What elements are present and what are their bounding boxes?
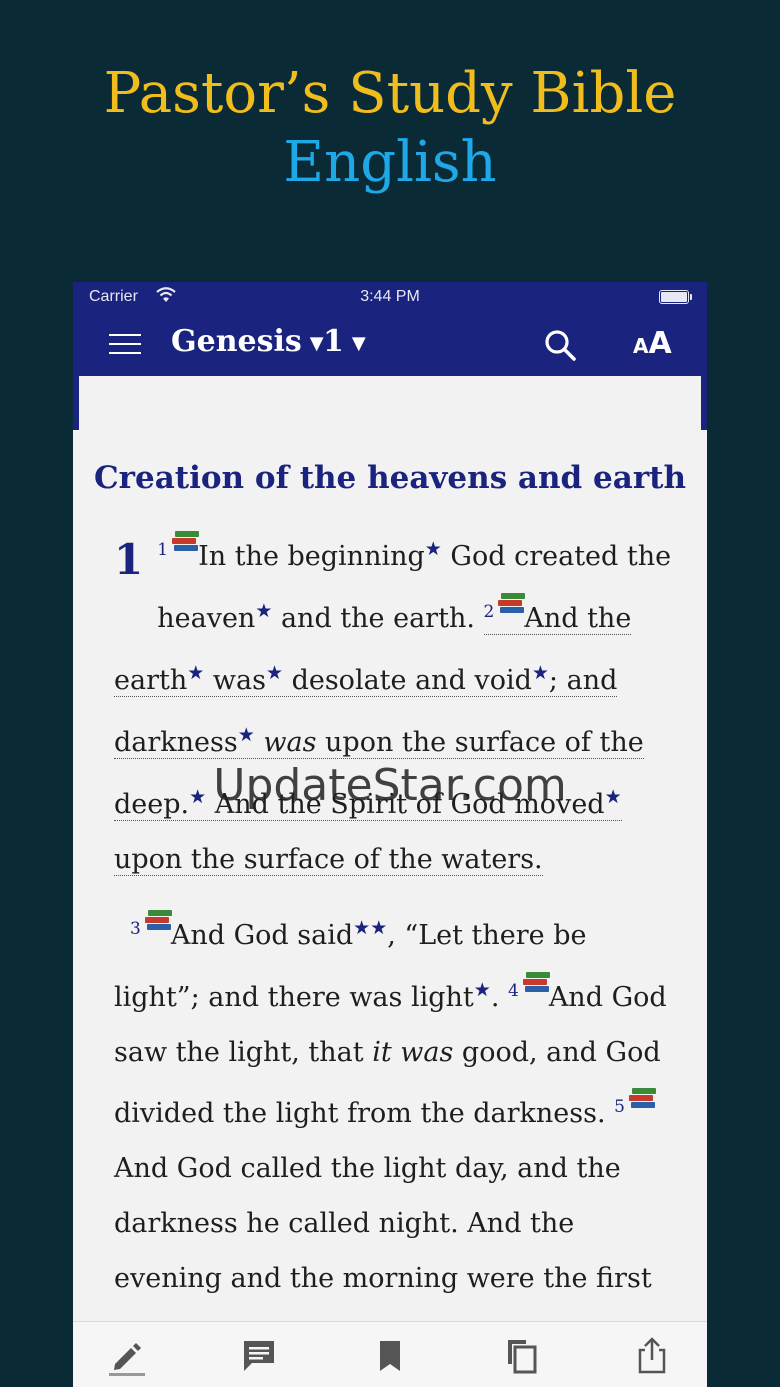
promo-subtitle: English [283, 130, 497, 195]
battery-icon [659, 290, 692, 304]
copy-icon[interactable] [501, 1336, 541, 1376]
double-star-icon[interactable]: ★★ [353, 917, 387, 939]
verse-text: And God said [170, 920, 354, 951]
search-icon[interactable] [543, 328, 577, 362]
verse-number[interactable]: 1 [157, 540, 168, 560]
share-icon[interactable] [632, 1336, 672, 1376]
scripture-text: 1 1 In the beginning★ God created the hea… [114, 522, 674, 1368]
clock: 3:44 PM [360, 288, 420, 305]
chapter-number: 1 [114, 535, 144, 584]
star-icon[interactable]: ★ [474, 979, 491, 1001]
books-icon[interactable] [144, 910, 172, 934]
menu-button[interactable] [109, 332, 141, 356]
menu-icon-line [109, 352, 141, 354]
menu-icon-line [109, 343, 141, 345]
book-selector[interactable]: Genesis ▼ [171, 324, 324, 359]
verse-number[interactable]: 4 [508, 981, 519, 1001]
star-icon[interactable]: ★ [532, 662, 549, 684]
pencil-icon[interactable] [107, 1336, 147, 1376]
books-icon[interactable] [522, 972, 550, 996]
paragraph: 3 And God said★★, “Let there be light”; a… [114, 901, 674, 1368]
highlighted-verse[interactable]: 2 And the earth★ was★ desolate and void★;… [114, 593, 644, 876]
star-icon[interactable]: ★ [238, 724, 255, 746]
reading-pane[interactable]: Creation of the heavens and earth 1 1 In … [73, 376, 707, 1356]
promo-header: Pastor’s Study Bible English [0, 60, 780, 198]
comment-icon[interactable] [239, 1336, 279, 1376]
verse-text: upon the surface of the waters. [114, 844, 543, 875]
watermark: UpdateStar.com [213, 760, 567, 811]
books-icon[interactable] [172, 531, 200, 555]
font-size-icon-small: A [633, 334, 649, 358]
verse-text: . [490, 982, 508, 1013]
star-icon[interactable]: ★ [266, 662, 283, 684]
chapter-label: 1 [323, 324, 344, 359]
star-icon[interactable]: ★ [187, 662, 204, 684]
phone-screen: Carrier 3:44 PM Genesis ▼ 1 ▼ AA Creatio… [73, 282, 707, 1387]
star-icon[interactable]: ★ [425, 538, 442, 560]
verse-text: and the earth. [272, 603, 484, 634]
verse-number[interactable]: 3 [130, 919, 141, 939]
menu-icon [109, 334, 141, 336]
italic-word: was [263, 727, 317, 758]
tab-bar [73, 1321, 707, 1387]
chapter-selector[interactable]: 1 ▼ [323, 324, 366, 359]
verse-number[interactable]: 5 [614, 1097, 625, 1117]
verse-text: was [204, 665, 266, 696]
chevron-down-icon: ▼ [309, 332, 324, 354]
font-size-icon-large: A [648, 326, 672, 361]
status-bar: Carrier 3:44 PM [73, 282, 707, 312]
bookmark-icon[interactable] [370, 1336, 410, 1376]
italic-word: it was [372, 1037, 454, 1068]
verse-text: In the beginning [198, 541, 425, 572]
nav-bar: Genesis ▼ 1 ▼ AA [73, 312, 707, 376]
verse-text: desolate and void [282, 665, 532, 696]
books-icon[interactable] [498, 593, 526, 617]
book-label: Genesis [171, 324, 302, 359]
chevron-down-icon: ▼ [351, 332, 366, 354]
star-icon[interactable]: ★ [255, 600, 272, 622]
font-size-button[interactable]: AA [633, 326, 672, 361]
books-icon[interactable] [628, 1088, 656, 1112]
verse-number[interactable]: 2 [484, 602, 495, 622]
promo-title: Pastor’s Study Bible [103, 61, 677, 126]
section-title: Creation of the heavens and earth [93, 460, 687, 496]
